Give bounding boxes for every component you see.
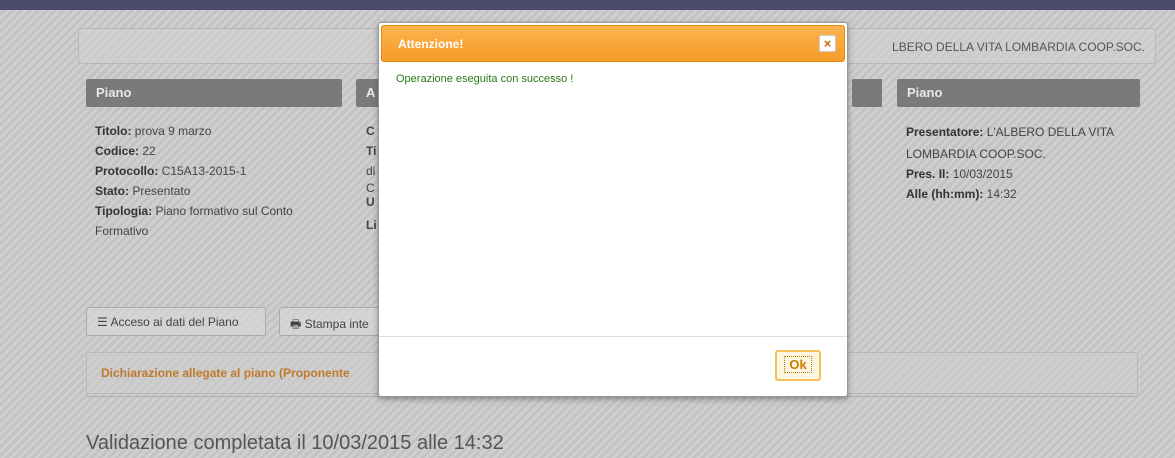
detail-stato: Stato: Presentato — [95, 184, 191, 198]
dialog-message: Operazione eseguita con successo ! — [396, 73, 574, 85]
panel-heading-label: Piano — [96, 85, 132, 100]
detail-titolo: Titolo: prova 9 marzo — [95, 124, 212, 138]
validation-status: Validazione completata il 10/03/2015 all… — [86, 432, 504, 454]
top-bar — [0, 0, 1175, 10]
list-icon: ☰ — [97, 315, 108, 329]
dialog-footer-divider — [379, 336, 847, 337]
close-icon[interactable]: × — [819, 35, 836, 52]
dialog-title: Attenzione! — [398, 37, 464, 51]
ok-button[interactable]: Ok — [775, 350, 821, 381]
detail-protocollo: Protocollo: C15A13-2015-1 — [95, 164, 247, 178]
alert-dialog: Attenzione! × Operazione eseguita con su… — [378, 22, 848, 397]
page-title: LBERO DELLA VITA LOMBARDIA COOP.SOC. — [892, 40, 1145, 54]
declarations-link[interactable]: Dichiarazione allegate al piano (Propone… — [101, 366, 350, 380]
presentatore-details: Presentatore: L'ALBERO DELLA VITA LOMBAR… — [906, 121, 1136, 205]
piano-details: Titolo: prova 9 marzo Codice: 22 Protoco… — [95, 121, 335, 241]
panel-heading-spacer — [852, 79, 882, 107]
print-icon: 🖶 — [290, 317, 302, 331]
detail-alle: Alle (hh:mm): 14:32 — [906, 187, 1017, 201]
panel-heading-presentatore: Piano — [897, 79, 1140, 107]
stampa-button[interactable]: 🖶 Stampa inte — [279, 307, 389, 336]
detail-tipologia: Tipologia: Piano formativo sul Conto For… — [95, 204, 293, 238]
dialog-header: Attenzione! × — [381, 25, 845, 62]
acceso-dati-button[interactable]: ☰ Acceso ai dati del Piano — [86, 307, 266, 336]
detail-codice: Codice: 22 — [95, 144, 156, 158]
detail-presentatore: Presentatore: L'ALBERO DELLA VITA LOMBAR… — [906, 125, 1114, 161]
panel-heading-piano: Piano — [86, 79, 342, 107]
middle-details: C Ti di C U Li — [366, 124, 377, 232]
detail-pres-il: Pres. Il: 10/03/2015 — [906, 167, 1013, 181]
